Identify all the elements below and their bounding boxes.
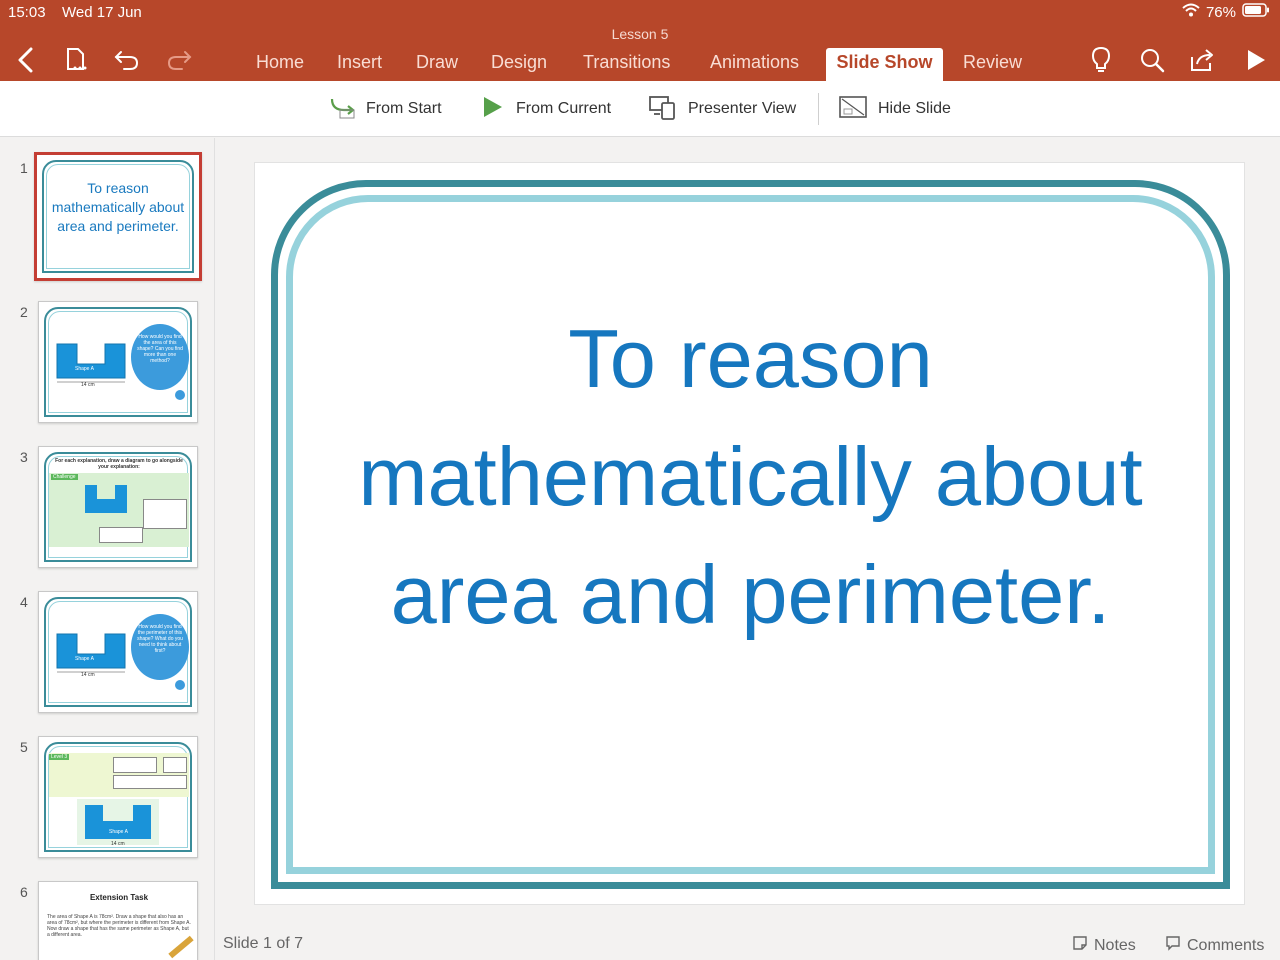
- comment-icon: [1165, 935, 1181, 956]
- working-box: [143, 499, 187, 529]
- working-box: [99, 527, 143, 543]
- app-header: 15:03 Wed 17 Jun 76% Lesson 5 Home Inser…: [0, 0, 1280, 81]
- back-icon[interactable]: [10, 44, 42, 76]
- slide-thumbnail-panel[interactable]: 1 To reason mathematically about area an…: [0, 138, 215, 960]
- ribbon: From Start From Current Presenter View H…: [0, 81, 1280, 137]
- notes-label: Notes: [1094, 936, 1136, 954]
- from-start-label: From Start: [366, 100, 442, 117]
- share-icon[interactable]: [1186, 44, 1218, 76]
- thumbnail-number: 5: [20, 739, 28, 755]
- hide-slide-icon: [838, 94, 868, 125]
- working-box: [163, 757, 187, 773]
- tab-review[interactable]: Review: [963, 52, 1022, 73]
- thumbnail-slide-1[interactable]: To reason mathematically about area and …: [34, 152, 202, 281]
- working-box: [113, 775, 187, 789]
- thumbnail-slide-3[interactable]: For each explanation, draw a diagram to …: [38, 446, 198, 568]
- redo-icon[interactable]: [163, 44, 195, 76]
- from-current-label: From Current: [516, 100, 612, 117]
- challenge-tag: Challenge: [51, 474, 78, 480]
- thumbnail-slide-4[interactable]: Shape A 14 cm How would you find the per…: [38, 591, 198, 713]
- tab-insert[interactable]: Insert: [337, 52, 382, 73]
- wifi-icon: [1182, 3, 1200, 21]
- tab-animations[interactable]: Animations: [710, 52, 799, 73]
- dimension-label: 14 cm: [111, 841, 125, 847]
- thumbnail-heading: Extension Task: [89, 893, 149, 902]
- thumbnail-heading: For each explanation, draw a diagram to …: [55, 458, 183, 470]
- u-shape-diagram: [56, 633, 126, 673]
- thumbnail-slide-5[interactable]: Level 3 Shape A 14 cm: [38, 736, 198, 858]
- comments-label: Comments: [1187, 936, 1265, 954]
- from-start-button[interactable]: From Start: [328, 95, 442, 123]
- level-tag: Level 3: [49, 754, 70, 760]
- tab-transitions[interactable]: Transitions: [583, 52, 670, 73]
- shape-label: Shape A: [109, 829, 128, 835]
- dimension-label: 14 cm: [81, 382, 95, 388]
- shape-label: Shape A: [75, 656, 94, 662]
- dimension-label: 14 cm: [81, 672, 95, 678]
- status-right: 76%: [1182, 3, 1270, 21]
- working-box: [113, 757, 157, 773]
- from-current-button[interactable]: From Current: [480, 95, 611, 123]
- thumbnail-number: 6: [20, 884, 28, 900]
- pencil-icon: [168, 935, 194, 959]
- file-icon[interactable]: [60, 44, 92, 76]
- tab-draw[interactable]: Draw: [416, 52, 458, 73]
- notes-button[interactable]: Notes: [1072, 935, 1136, 956]
- comments-button[interactable]: Comments: [1165, 935, 1264, 956]
- presenter-view-icon: [648, 94, 678, 125]
- u-shape-diagram: [85, 805, 151, 839]
- bubble-tail: [175, 680, 185, 690]
- tab-slide-show[interactable]: Slide Show: [826, 52, 943, 73]
- u-shape-diagram: [85, 485, 127, 513]
- bubble-tail: [175, 390, 185, 400]
- thumbnail-number: 1: [20, 160, 28, 176]
- battery-percent: 76%: [1205, 3, 1236, 21]
- thumbnail-number: 2: [20, 304, 28, 320]
- shape-label: Shape A: [75, 366, 94, 372]
- search-icon[interactable]: [1136, 44, 1168, 76]
- slide-title-text[interactable]: To reason mathematically about area and …: [315, 300, 1186, 654]
- presenter-view-label: Presenter View: [688, 100, 797, 117]
- battery-icon: [1242, 3, 1270, 21]
- ribbon-divider: [818, 93, 819, 125]
- document-title[interactable]: Lesson 5: [0, 26, 1280, 42]
- status-time: 15:03: [8, 4, 46, 21]
- slide-canvas[interactable]: To reason mathematically about area and …: [254, 162, 1245, 905]
- thumbnail-number: 4: [20, 594, 28, 610]
- lightbulb-icon[interactable]: [1085, 44, 1117, 76]
- notes-icon: [1072, 935, 1088, 956]
- thumbnail-body: The area of Shape A is 78cm². Draw a sha…: [47, 914, 191, 938]
- status-date: Wed 17 Jun: [62, 4, 142, 21]
- slide-counter: Slide 1 of 7: [223, 935, 304, 952]
- from-current-icon: [480, 95, 506, 124]
- from-start-icon: [328, 94, 356, 125]
- tab-design[interactable]: Design: [491, 52, 547, 73]
- play-icon[interactable]: [1240, 44, 1272, 76]
- hide-slide-button[interactable]: Hide Slide: [838, 95, 951, 123]
- presenter-view-button[interactable]: Presenter View: [648, 95, 796, 123]
- thumbnail-slide-2[interactable]: Shape A 14 cm How would you find the are…: [38, 301, 198, 423]
- undo-icon[interactable]: [111, 44, 143, 76]
- bubble-text: How would you find the perimeter of this…: [137, 624, 183, 654]
- thumbnail-text: To reason mathematically about area and …: [51, 180, 185, 234]
- thumbnail-number: 3: [20, 449, 28, 465]
- tab-home[interactable]: Home: [256, 52, 304, 73]
- u-shape-diagram: [56, 343, 126, 383]
- bubble-text: How would you find the area of this shap…: [137, 334, 183, 364]
- thumbnail-slide-6[interactable]: Extension Task The area of Shape A is 78…: [38, 881, 198, 960]
- hide-slide-label: Hide Slide: [878, 100, 951, 117]
